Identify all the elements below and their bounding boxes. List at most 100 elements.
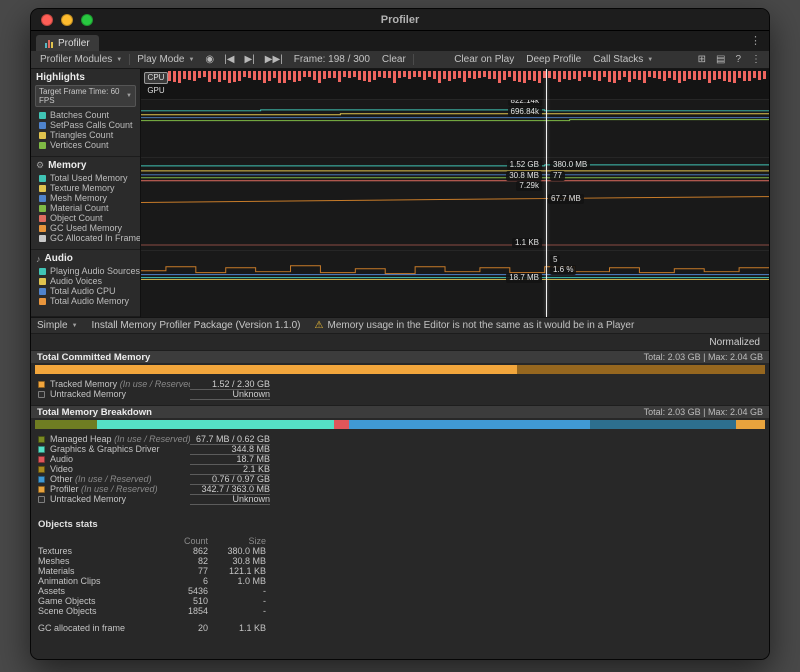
- current-frame-icon[interactable]: ▶▶|: [260, 54, 288, 65]
- cpu-frame-bar[interactable]: [253, 71, 256, 80]
- memory-legend-row[interactable]: Untracked MemoryUnknown: [38, 389, 769, 399]
- cpu-frame-bar[interactable]: [198, 71, 201, 78]
- cpu-frame-bar[interactable]: [598, 71, 601, 81]
- memory-chart[interactable]: 1.52 GB 380.0 MB 30.8 MB 77 7.29k 67.7 M…: [141, 157, 769, 250]
- cpu-frame-bar[interactable]: [738, 71, 741, 78]
- cpu-frame-bar[interactable]: [428, 71, 431, 77]
- module-legend-item[interactable]: Texture Memory: [31, 183, 140, 193]
- cpu-frame-bar[interactable]: [243, 71, 246, 77]
- module-legend-item[interactable]: Audio Voices: [31, 276, 140, 286]
- gpu-frame-bars[interactable]: [168, 84, 769, 97]
- cpu-frame-bar[interactable]: [328, 71, 331, 78]
- cpu-frame-bar[interactable]: [463, 71, 466, 82]
- cpu-frame-bar[interactable]: [203, 71, 206, 77]
- cpu-frame-bar[interactable]: [268, 71, 271, 81]
- cpu-frame-bar[interactable]: [713, 71, 716, 80]
- profiler-modules-dropdown[interactable]: Profiler Modules ▼: [34, 51, 128, 68]
- memory-legend-row[interactable]: Profiler (In use / Reserved)342.7 / 363.…: [38, 484, 769, 494]
- module-legend-item[interactable]: Mesh Memory: [31, 193, 140, 203]
- cpu-frame-bar[interactable]: [173, 71, 176, 82]
- help-icon[interactable]: ?: [730, 54, 746, 65]
- cpu-frame-bar[interactable]: [638, 71, 641, 80]
- module-audio[interactable]: ♪ Audio Playing Audio SourcesAudio Voice…: [31, 250, 140, 317]
- cpu-frame-bar[interactable]: [513, 71, 516, 81]
- cpu-frame-bar[interactable]: [558, 71, 561, 82]
- cpu-frame-bar[interactable]: [753, 71, 756, 78]
- cpu-frame-bar[interactable]: [518, 71, 521, 82]
- save-window-icon[interactable]: ▤: [711, 54, 730, 65]
- object-stat-row[interactable]: Animation Clips61.0 MB: [38, 576, 762, 586]
- memory-legend-row[interactable]: Video2.1 KB: [38, 464, 769, 474]
- cpu-frame-bar[interactable]: [608, 71, 611, 82]
- cpu-frame-bars[interactable]: [168, 71, 769, 84]
- gpu-timeline-row[interactable]: GPU: [141, 84, 769, 97]
- cpu-frame-bar[interactable]: [508, 71, 511, 77]
- object-stat-row[interactable]: Meshes8230.8 MB: [38, 556, 762, 566]
- install-memory-profiler-button[interactable]: Install Memory Profiler Package (Version…: [92, 320, 301, 331]
- cpu-frame-bar[interactable]: [278, 71, 281, 83]
- cpu-frame-bar[interactable]: [263, 71, 266, 83]
- module-legend-item[interactable]: Playing Audio Sources: [31, 266, 140, 276]
- object-stat-row[interactable]: Assets5436-: [38, 586, 762, 596]
- cpu-frame-bar[interactable]: [448, 71, 451, 81]
- cpu-frame-bar[interactable]: [568, 71, 571, 80]
- cpu-frame-bar[interactable]: [223, 71, 226, 80]
- cpu-frame-bar[interactable]: [438, 71, 441, 83]
- cpu-frame-bar[interactable]: [683, 71, 686, 81]
- committed-memory-bar[interactable]: [35, 365, 765, 374]
- cpu-frame-bar[interactable]: [553, 71, 556, 79]
- cpu-frame-bar[interactable]: [478, 71, 481, 78]
- tab-kebab-menu-icon[interactable]: ⋮: [750, 34, 761, 47]
- cpu-frame-bar[interactable]: [343, 71, 346, 77]
- cpu-frame-bar[interactable]: [688, 71, 691, 79]
- gc-allocated-row[interactable]: GC allocated in frame 20 1.1 KB: [38, 623, 762, 633]
- record-icon[interactable]: ◉: [200, 54, 219, 65]
- cpu-frame-bar[interactable]: [218, 71, 221, 82]
- previous-frame-icon[interactable]: |◀: [219, 54, 239, 65]
- cpu-frame-bar[interactable]: [578, 71, 581, 81]
- cpu-frame-bar[interactable]: [298, 71, 301, 81]
- cpu-frame-bar[interactable]: [538, 71, 541, 83]
- cpu-frame-bar[interactable]: [188, 71, 191, 80]
- cpu-frame-bar[interactable]: [493, 71, 496, 79]
- title-bar[interactable]: Profiler: [31, 9, 769, 31]
- cpu-frame-bar[interactable]: [248, 71, 251, 78]
- module-legend-item[interactable]: GC Allocated In Frame: [31, 233, 140, 243]
- cpu-frame-bar[interactable]: [718, 71, 721, 79]
- cpu-frame-bar[interactable]: [763, 71, 766, 79]
- module-legend-item[interactable]: Triangles Count: [31, 130, 140, 140]
- object-stat-row[interactable]: Materials77121.1 KB: [38, 566, 762, 576]
- cpu-frame-bar[interactable]: [698, 71, 701, 80]
- clear-button[interactable]: Clear: [376, 51, 412, 68]
- cpu-frame-bar[interactable]: [323, 71, 326, 79]
- cpu-label[interactable]: CPU: [144, 72, 168, 84]
- cpu-frame-bar[interactable]: [603, 71, 606, 77]
- cpu-frame-bar[interactable]: [358, 71, 361, 80]
- clear-on-play-toggle[interactable]: Clear on Play: [448, 51, 520, 68]
- deep-profile-toggle[interactable]: Deep Profile: [520, 51, 587, 68]
- cpu-frame-bar[interactable]: [613, 71, 616, 83]
- speaker-icon[interactable]: ♪: [36, 254, 41, 264]
- cpu-frame-bar[interactable]: [418, 71, 421, 77]
- cpu-frame-bar[interactable]: [678, 71, 681, 83]
- module-legend-item[interactable]: Vertices Count: [31, 140, 140, 150]
- cpu-frame-bar[interactable]: [368, 71, 371, 82]
- cpu-frame-bar[interactable]: [743, 71, 746, 81]
- cpu-frame-bar[interactable]: [648, 71, 651, 77]
- memory-breakdown-bar[interactable]: [35, 420, 765, 429]
- cpu-frame-bar[interactable]: [393, 71, 396, 83]
- cpu-frame-bar[interactable]: [318, 71, 321, 83]
- chart-column[interactable]: CPU GPU 822.14k 696.84k: [141, 69, 769, 317]
- module-legend-item[interactable]: Object Count: [31, 213, 140, 223]
- cpu-frame-bar[interactable]: [293, 71, 296, 82]
- cpu-frame-bar[interactable]: [723, 71, 726, 81]
- cpu-frame-bar[interactable]: [273, 71, 276, 78]
- next-frame-icon[interactable]: ▶|: [239, 54, 259, 65]
- cpu-frame-bar[interactable]: [633, 71, 636, 79]
- cpu-timeline-row[interactable]: CPU: [141, 71, 769, 84]
- gear-icon[interactable]: ⚙: [36, 160, 44, 171]
- cpu-frame-bar[interactable]: [618, 71, 621, 80]
- memory-legend-row[interactable]: Managed Heap (In use / Reserved)67.7 MB …: [38, 434, 769, 444]
- module-legend-item[interactable]: SetPass Calls Count: [31, 120, 140, 130]
- cpu-frame-bar[interactable]: [503, 71, 506, 80]
